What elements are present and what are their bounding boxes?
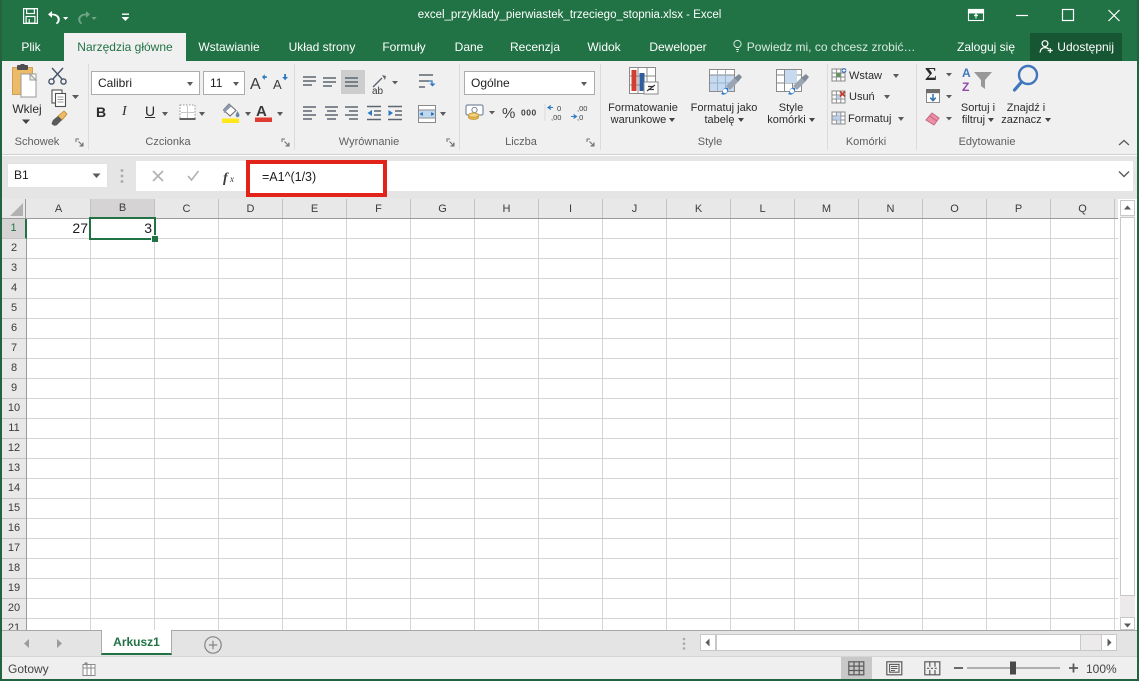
svg-text:A: A bbox=[256, 103, 267, 120]
svg-text:Z: Z bbox=[962, 80, 969, 94]
svg-text:%: % bbox=[502, 105, 515, 122]
svg-text:000: 000 bbox=[521, 108, 537, 118]
svg-text:A: A bbox=[962, 66, 971, 80]
svg-text:,0: ,0 bbox=[577, 113, 583, 122]
svg-text:A: A bbox=[250, 76, 261, 93]
svg-text:ab: ab bbox=[372, 86, 384, 94]
svg-text:f: f bbox=[223, 171, 229, 186]
svg-text:A: A bbox=[273, 77, 282, 92]
svg-text:,00: ,00 bbox=[577, 104, 587, 113]
svg-text:x: x bbox=[229, 174, 234, 184]
svg-text:,00: ,00 bbox=[551, 113, 561, 122]
svg-text:0: 0 bbox=[557, 104, 561, 113]
svg-text:Σ: Σ bbox=[925, 64, 937, 84]
